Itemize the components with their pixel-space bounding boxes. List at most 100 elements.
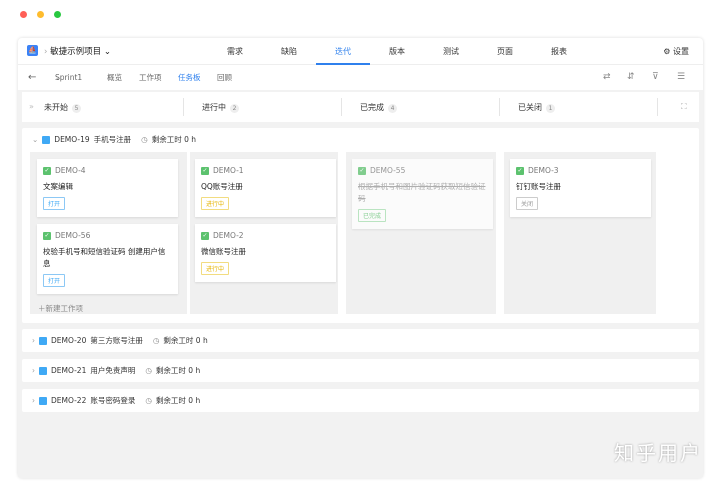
card-id: DEMO-3: [528, 166, 559, 175]
swap-icon[interactable]: ⇄: [603, 72, 611, 82]
remaining-hours: 剩余工时 0 h: [155, 366, 201, 375]
task-card[interactable]: ✓ DEMO-4 文案编辑 打开: [37, 159, 178, 217]
swimlane-demo-22[interactable]: › DEMO-22 账号密码登录 ◷ 剩余工时 0 h: [22, 389, 699, 412]
new-item-label: 新建工作项: [45, 304, 84, 313]
card-title: 根据手机号和图片验证码获取短信验证码: [358, 182, 486, 203]
column-label: 未开始: [44, 103, 68, 112]
swimlane-id: DEMO-22: [51, 396, 87, 405]
story-icon: [39, 396, 47, 405]
lane-column-not-started: ✓ DEMO-4 文案编辑 打开 ✓ DEMO-56 校验手机号和短信验证码 创建用…: [30, 152, 187, 314]
tab-versions[interactable]: 版本: [370, 38, 424, 65]
subnav-work-items[interactable]: 工作项: [139, 72, 162, 83]
swimlane-header[interactable]: ⌄ DEMO-19 手机号注册 ◷ 剩余工时 0 h: [32, 134, 196, 145]
filter-icon[interactable]: ⊽: [652, 72, 659, 82]
tab-defects[interactable]: 缺陷: [262, 38, 316, 65]
back-arrow-icon[interactable]: ←: [28, 72, 36, 83]
tab-requirements[interactable]: 需求: [208, 38, 262, 65]
card-id: DEMO-4: [55, 166, 86, 175]
swimlane-demo-20[interactable]: › DEMO-20 第三方账号注册 ◷ 剩余工时 0 h: [22, 329, 699, 352]
story-icon: [39, 366, 47, 375]
task-card[interactable]: ✓ DEMO-1 QQ账号注册 进行中: [195, 159, 336, 217]
subnav-overview[interactable]: 概览: [107, 72, 122, 83]
column-count: 4: [388, 104, 397, 113]
subnav-retro[interactable]: 回顾: [217, 72, 232, 83]
column-count: 5: [72, 104, 81, 113]
settings-button[interactable]: ⚙ 设置: [663, 46, 689, 57]
clock-icon: ◷: [141, 135, 148, 144]
chevron-right-icon: ›: [32, 396, 35, 405]
tab-tests[interactable]: 测试: [424, 38, 478, 65]
column-label: 进行中: [202, 103, 226, 112]
chevron-down-icon: ⌄: [32, 135, 39, 144]
swimlane-id: DEMO-19: [54, 135, 90, 144]
card-title: 钉钉账号注册: [516, 182, 561, 191]
tab-pages[interactable]: 页面: [478, 38, 532, 65]
card-title: 微信账号注册: [201, 247, 246, 256]
minimize-window-button[interactable]: [37, 11, 44, 18]
column-in-progress: 进行中 2: [202, 102, 239, 113]
task-card[interactable]: ✓ DEMO-55 根据手机号和图片验证码获取短信验证码 已完成: [352, 159, 493, 229]
close-window-button[interactable]: [20, 11, 27, 18]
subnav-task-board[interactable]: 任务板: [178, 72, 201, 83]
clock-icon: ◷: [145, 396, 152, 405]
column-count: 1: [546, 104, 555, 113]
column-closed: 已关闭 1: [518, 102, 555, 113]
gear-icon: ⚙: [663, 47, 671, 56]
status-badge: 已完成: [358, 209, 387, 222]
task-card[interactable]: ✓ DEMO-2 微信账号注册 进行中: [195, 224, 336, 282]
swimlane-id: DEMO-21: [51, 366, 87, 375]
lane-column-in-progress: ✓ DEMO-1 QQ账号注册 进行中 ✓ DEMO-2 微信账号注册 进行中: [190, 152, 338, 314]
chevron-right-icon: ›: [32, 366, 35, 375]
sprint-label: Sprint1: [55, 73, 83, 82]
tab-iterations[interactable]: 迭代: [316, 38, 370, 65]
status-badge: 进行中: [201, 197, 230, 210]
card-title: 校验手机号和短信验证码 创建用户信息: [43, 247, 166, 268]
task-check-icon: ✓: [43, 166, 51, 175]
fullscreen-icon[interactable]: ⛶: [681, 102, 687, 112]
swimlane-title: 用户免责声明: [90, 366, 136, 375]
collapse-all-icon[interactable]: »: [29, 102, 34, 111]
remaining-hours: 剩余工时 0 h: [155, 396, 201, 405]
column-label: 已完成: [360, 103, 384, 112]
column-not-started: 未开始 5: [44, 102, 81, 113]
new-work-item-button[interactable]: ＋新建工作项: [38, 303, 83, 314]
task-card[interactable]: ✓ DEMO-56 校验手机号和短信验证码 创建用户信息 打开: [37, 224, 178, 294]
story-icon: [39, 336, 47, 345]
remaining-hours: 剩余工时 0 h: [151, 135, 196, 144]
chevron-down-icon: ⌄: [103, 47, 111, 57]
maximize-window-button[interactable]: [54, 11, 61, 18]
tab-reports[interactable]: 报表: [532, 38, 586, 65]
card-id: DEMO-2: [213, 231, 244, 240]
clock-icon: ◷: [145, 366, 152, 375]
card-id: DEMO-55: [370, 166, 406, 175]
card-title: 文案编辑: [43, 182, 73, 191]
task-check-icon: ✓: [201, 231, 209, 240]
card-id: DEMO-1: [213, 166, 244, 175]
task-card[interactable]: ✓ DEMO-3 钉钉账号注册 关闭: [510, 159, 651, 217]
status-badge: 打开: [43, 197, 66, 210]
settings-label: 设置: [673, 47, 689, 56]
sprint-selector[interactable]: Sprint1 ⌄: [55, 73, 82, 82]
swimlane-title: 第三方账号注册: [90, 336, 143, 345]
breadcrumb-chevron-icon: ›: [44, 47, 48, 57]
card-title: QQ账号注册: [201, 182, 243, 191]
lane-column-closed: ✓ DEMO-3 钉钉账号注册 关闭: [504, 152, 656, 314]
swimlane-demo-19: ⌄ DEMO-19 手机号注册 ◷ 剩余工时 0 h ✓ DEMO-4 文案编辑 打开…: [22, 128, 699, 323]
column-done: 已完成 4: [360, 102, 397, 113]
card-id: DEMO-56: [55, 231, 91, 240]
project-name: 敏捷示例项目: [50, 47, 102, 57]
project-logo-icon: ⛵: [27, 45, 38, 56]
watermark: 知乎用户: [614, 441, 702, 465]
swimlane-id: DEMO-20: [51, 336, 87, 345]
app-window: ⛵ › 敏捷示例项目 ⌄ 需求 缺陷 迭代 版本 测试 页面 报表 ⚙ 设置 ←…: [18, 38, 703, 478]
task-check-icon: ✓: [201, 166, 209, 175]
list-icon[interactable]: ☰: [677, 72, 685, 82]
column-count: 2: [230, 104, 239, 113]
status-badge: 打开: [43, 274, 66, 287]
top-nav: ⛵ › 敏捷示例项目 ⌄ 需求 缺陷 迭代 版本 测试 页面 报表 ⚙ 设置: [18, 38, 703, 65]
project-selector[interactable]: › 敏捷示例项目 ⌄: [44, 45, 111, 57]
swimlane-demo-21[interactable]: › DEMO-21 用户免责声明 ◷ 剩余工时 0 h: [22, 359, 699, 382]
swimlane-title: 手机号注册: [93, 135, 132, 144]
sort-icon[interactable]: ⇵: [627, 72, 635, 82]
clock-icon: ◷: [152, 336, 160, 345]
